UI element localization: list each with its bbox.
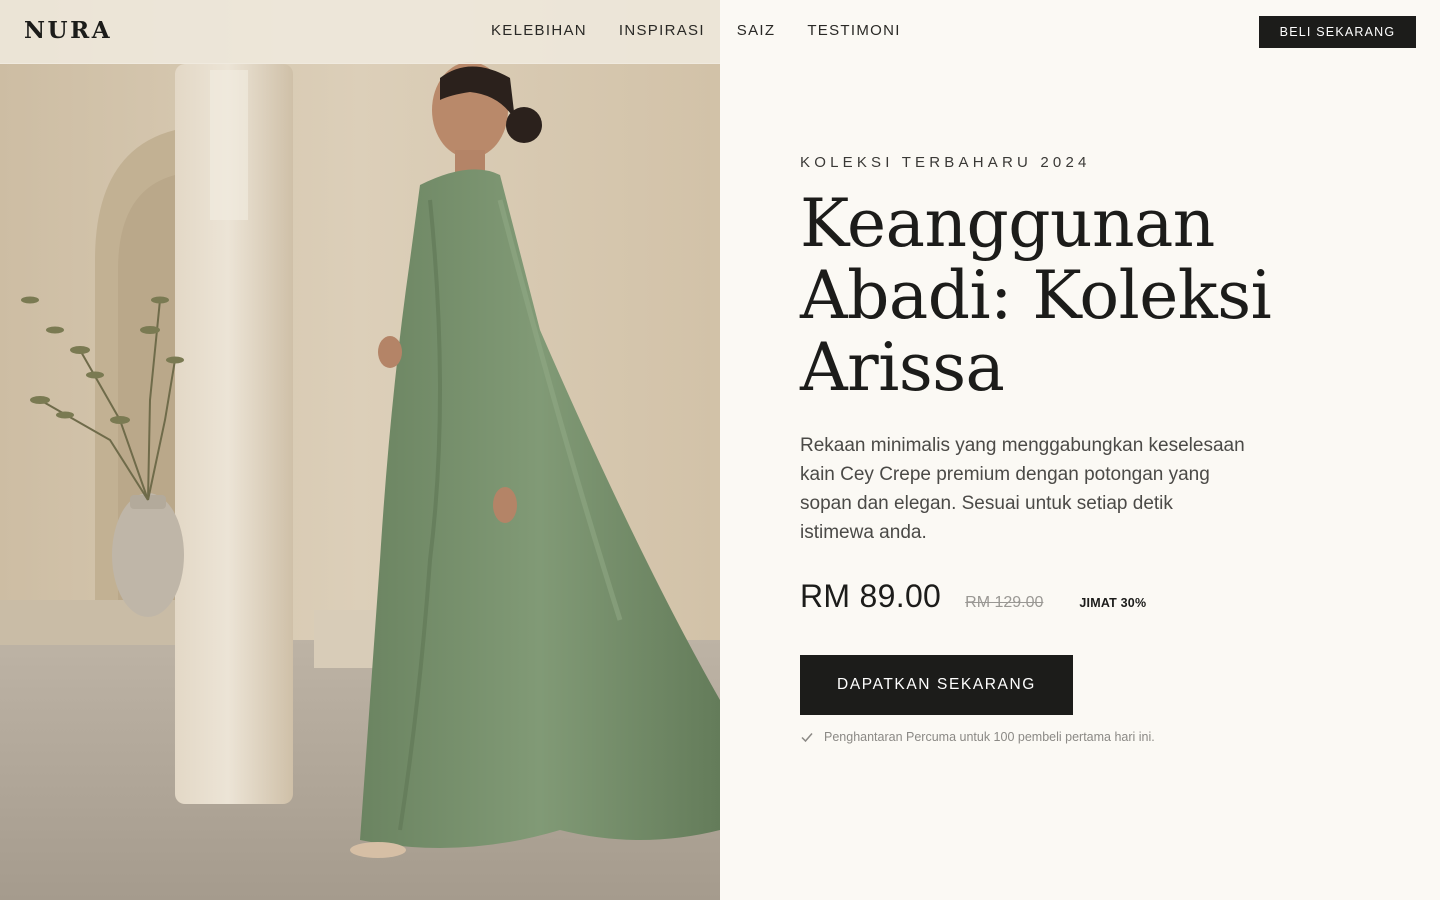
price-row: RM 89.00 RM 129.00 JIMAT 30%	[800, 578, 1146, 615]
brand-logo[interactable]: NURA	[24, 17, 112, 44]
top-navbar: NURA KELEBIHAN INSPIRASI SAIZ TESTIMONI …	[0, 0, 1440, 64]
hero-title-line: Arissa	[800, 329, 1005, 406]
main-nav: KELEBIHAN INSPIRASI SAIZ TESTIMONI	[491, 22, 901, 39]
shipping-note: Penghantaran Percuma untuk 100 pembeli p…	[800, 730, 1155, 744]
nav-item-kelebihan[interactable]: KELEBIHAN	[491, 22, 587, 39]
hero-title-line: Abadi: Koleksi	[800, 257, 1272, 334]
hero-title: Keanggunan Abadi: Koleksi Arissa	[800, 188, 1320, 404]
get-now-button[interactable]: DAPATKAN SEKARANG	[800, 655, 1073, 715]
model-photo-icon	[0, 0, 720, 900]
hero-title-line: Keanggunan	[800, 185, 1215, 262]
shipping-note-text: Penghantaran Percuma untuk 100 pembeli p…	[824, 730, 1155, 744]
check-icon	[801, 733, 813, 743]
hero-description: Rekaan minimalis yang menggabungkan kese…	[800, 435, 1245, 543]
nav-item-saiz[interactable]: SAIZ	[737, 22, 776, 39]
original-price: RM 129.00	[965, 594, 1044, 611]
collection-eyebrow: KOLEKSI TERBAHARU 2024	[800, 154, 1091, 171]
nav-item-inspirasi[interactable]: INSPIRASI	[619, 22, 705, 39]
buy-now-button[interactable]: BELI SEKARANG	[1259, 16, 1416, 48]
current-price: RM 89.00	[800, 578, 942, 614]
discount-badge: JIMAT 30%	[1079, 596, 1147, 610]
nav-item-testimoni[interactable]: TESTIMONI	[807, 22, 900, 39]
hero-image	[0, 0, 720, 900]
